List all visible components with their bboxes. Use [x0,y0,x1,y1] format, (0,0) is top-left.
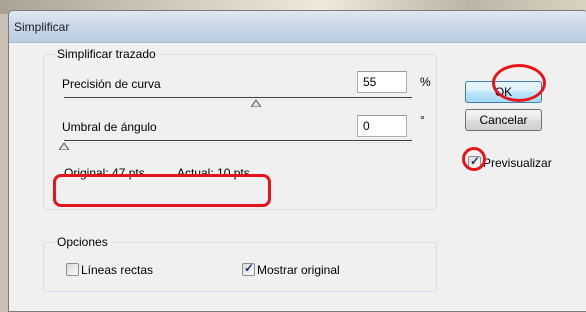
angle-threshold-label: Umbral de ángulo [62,120,157,134]
points-count-highlight [53,174,271,207]
simplify-dialog: Simplificar Simplificar trazado Precisió… [8,10,586,312]
ok-button-highlight [492,64,546,102]
preview-label: Previsualizar [483,156,552,170]
show-original-label: Mostrar original [257,263,340,277]
options-group: Opciones Líneas rectas ✓ Mostrar origina… [43,235,437,292]
show-original-checkbox[interactable]: ✓ [242,261,255,276]
angle-threshold-slider[interactable] [64,140,412,143]
angle-threshold-slider-thumb[interactable] [59,143,69,150]
simplify-path-group-title: Simplificar trazado [54,47,159,61]
title-bar[interactable]: Simplificar [9,11,586,43]
curve-precision-input[interactable]: 55 [357,71,407,93]
show-original-check-icon: ✓ [244,261,255,275]
straight-lines-label: Líneas rectas [81,263,154,277]
cancel-button[interactable]: Cancelar [465,109,542,131]
straight-lines-checkbox[interactable] [66,263,79,276]
curve-precision-unit: % [420,75,431,89]
preview-checkbox-highlight [462,147,486,171]
options-group-title: Opciones [54,235,111,249]
curve-precision-slider-thumb[interactable] [251,100,261,107]
window-title: Simplificar [14,20,70,34]
curve-precision-slider[interactable] [64,97,412,100]
curve-precision-label: Precisión de curva [62,77,161,91]
angle-threshold-input[interactable]: 0 [357,115,407,137]
angle-threshold-unit: ° [420,113,425,127]
